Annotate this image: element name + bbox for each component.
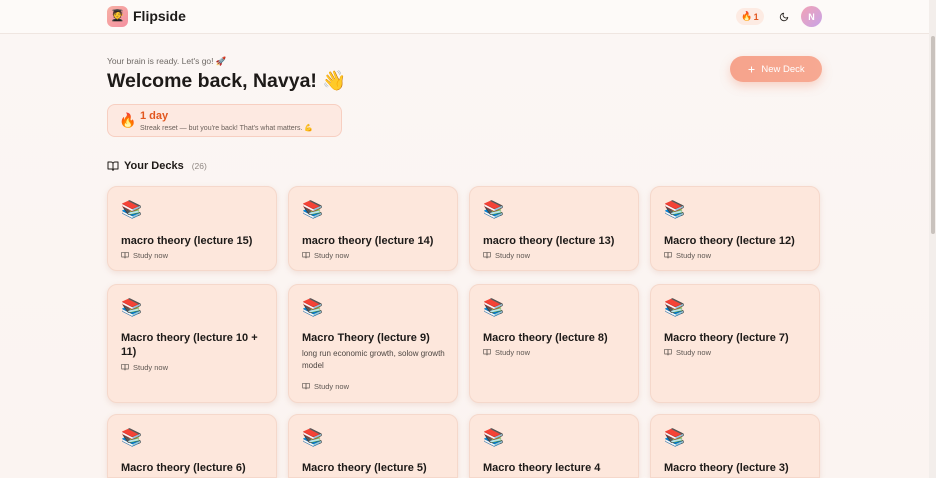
scrollbar-thumb[interactable] xyxy=(931,36,935,234)
study-now-link[interactable]: Study now xyxy=(664,347,711,357)
fire-icon: 🔥 xyxy=(741,11,753,21)
deck-card[interactable]: 📚 Macro theory lecture 4 xyxy=(469,414,639,478)
deck-title: macro theory (lecture 14) xyxy=(302,235,434,247)
study-now-link[interactable]: Study now xyxy=(121,362,168,372)
book-open-icon xyxy=(483,349,491,356)
deck-title: Macro Theory (lecture 9) xyxy=(302,332,430,344)
study-now-label: Study now xyxy=(676,250,712,260)
study-now-link[interactable]: Study now xyxy=(483,250,530,260)
deck-title: Macro theory (lecture 10 + 11) xyxy=(121,332,258,358)
moon-icon xyxy=(779,12,788,21)
books-icon: 📚 xyxy=(483,428,505,447)
books-icon: 📚 xyxy=(302,200,324,219)
book-open-icon xyxy=(302,383,310,390)
book-open-icon xyxy=(664,349,672,356)
book-open-icon xyxy=(121,364,129,371)
book-open-icon xyxy=(107,161,119,171)
deck-title: Macro theory (lecture 5) xyxy=(302,462,427,474)
deck-title: macro theory (lecture 13) xyxy=(483,235,615,247)
fire-icon: 🔥 xyxy=(119,112,137,128)
study-now-link[interactable]: Study now xyxy=(302,250,349,260)
study-now-label: Study now xyxy=(676,347,712,357)
study-now-link[interactable]: Study now xyxy=(664,250,711,260)
books-icon: 📚 xyxy=(302,298,324,317)
streak-card: 🔥 1 day Streak reset — but you're back! … xyxy=(107,104,342,137)
deck-card[interactable]: 📚 Macro theory (lecture 8) Study now xyxy=(469,284,639,403)
deck-title: Macro theory (lecture 7) xyxy=(664,332,789,344)
deck-card[interactable]: 📚 Macro theory (lecture 6) xyxy=(107,414,277,478)
logo-glyph: 🧑‍🎓 xyxy=(110,10,125,22)
books-icon: 📚 xyxy=(121,200,143,219)
deck-title: Macro theory (lecture 6) xyxy=(121,462,246,474)
brand-name[interactable]: Flipside xyxy=(133,8,186,24)
deck-card[interactable]: 📚 macro theory (lecture 14) Study now xyxy=(288,186,458,271)
study-now-label: Study now xyxy=(495,250,531,260)
books-icon: 📚 xyxy=(664,200,686,219)
book-open-icon xyxy=(664,252,672,259)
streak-days: 1 day xyxy=(140,110,169,122)
books-icon: 📚 xyxy=(121,428,143,447)
study-now-label: Study now xyxy=(133,362,169,372)
deck-card[interactable]: 📚 Macro Theory (lecture 9) long run econ… xyxy=(288,284,458,403)
welcome-tagline: Your brain is ready. Let's go! 🚀 xyxy=(107,56,227,66)
deck-title: Macro theory lecture 4 xyxy=(483,462,601,474)
books-icon: 📚 xyxy=(302,428,324,447)
decks-heading: Your Decks (26) xyxy=(107,159,207,173)
study-now-link[interactable]: Study now xyxy=(483,347,530,357)
study-now-link[interactable]: Study now xyxy=(121,250,168,260)
deck-card[interactable]: 📚 Macro theory (lecture 12) Study now xyxy=(650,186,820,271)
user-avatar[interactable]: N xyxy=(801,6,822,27)
books-icon: 📚 xyxy=(483,298,505,317)
study-now-label: Study now xyxy=(133,250,169,260)
deck-title: Macro theory (lecture 3) xyxy=(664,462,789,474)
deck-title: Macro theory (lecture 8) xyxy=(483,332,608,344)
streak-message: Streak reset — but you're back! That's w… xyxy=(140,125,314,132)
study-now-label: Study now xyxy=(495,347,531,357)
books-icon: 📚 xyxy=(664,298,686,317)
app-logo[interactable]: 🧑‍🎓 xyxy=(107,6,128,27)
deck-title: Macro theory (lecture 12) xyxy=(664,235,795,247)
theme-toggle-button[interactable] xyxy=(775,8,792,25)
decks-title: Your Decks xyxy=(124,160,184,172)
avatar-initial: N xyxy=(808,11,815,22)
study-now-link[interactable]: Study now xyxy=(302,381,349,391)
new-deck-label: New Deck xyxy=(761,63,805,75)
plus-icon xyxy=(748,65,755,73)
deck-card[interactable]: 📚 macro theory (lecture 15) Study now xyxy=(107,186,277,271)
book-open-icon xyxy=(302,252,310,259)
deck-title: macro theory (lecture 15) xyxy=(121,235,253,247)
study-now-label: Study now xyxy=(314,250,350,260)
page-title: Welcome back, Navya! 👋 xyxy=(107,70,347,92)
books-icon: 📚 xyxy=(664,428,686,447)
books-icon: 📚 xyxy=(483,200,505,219)
decks-count: (26) xyxy=(191,161,207,171)
streak-pill[interactable]: 🔥 1 xyxy=(736,8,764,25)
deck-card[interactable]: 📚 macro theory (lecture 13) Study now xyxy=(469,186,639,271)
deck-card[interactable]: 📚 Macro theory (lecture 7) Study now xyxy=(650,284,820,403)
book-open-icon xyxy=(121,252,129,259)
streak-count: 1 xyxy=(753,11,759,22)
deck-card[interactable]: 📚 Macro theory (lecture 10 + 11) Study n… xyxy=(107,284,277,403)
books-icon: 📚 xyxy=(121,298,143,317)
deck-description: long run economic growth, solow growth m… xyxy=(302,349,445,370)
study-now-label: Study now xyxy=(314,381,350,391)
new-deck-button[interactable]: New Deck xyxy=(730,56,822,82)
deck-card[interactable]: 📚 Macro theory (lecture 3) xyxy=(650,414,820,478)
deck-card[interactable]: 📚 Macro theory (lecture 5) xyxy=(288,414,458,478)
book-open-icon xyxy=(483,252,491,259)
